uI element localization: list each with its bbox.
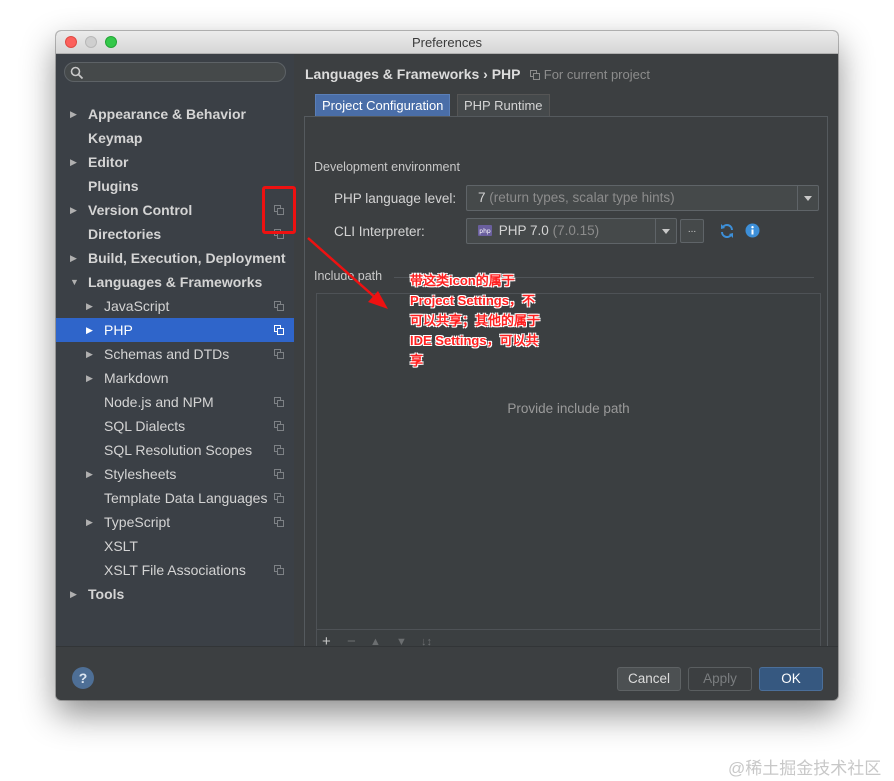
annotation-line: 享 (410, 353, 424, 368)
annotation-line: 可以共享；其他的属于 (410, 313, 541, 328)
annotation-note: 带这类icon的属于 Project Settings，不 可以共享；其他的属于… (410, 271, 560, 371)
annotation-arrow (307, 237, 388, 309)
watermark: @稀土掘金技术社区 (728, 759, 882, 778)
annotation-line: Project Settings，不 (410, 293, 535, 308)
annotation-line: IDE Settings，可以共 (410, 333, 539, 348)
annotation-line: 带这类icon的属于 (410, 273, 515, 288)
